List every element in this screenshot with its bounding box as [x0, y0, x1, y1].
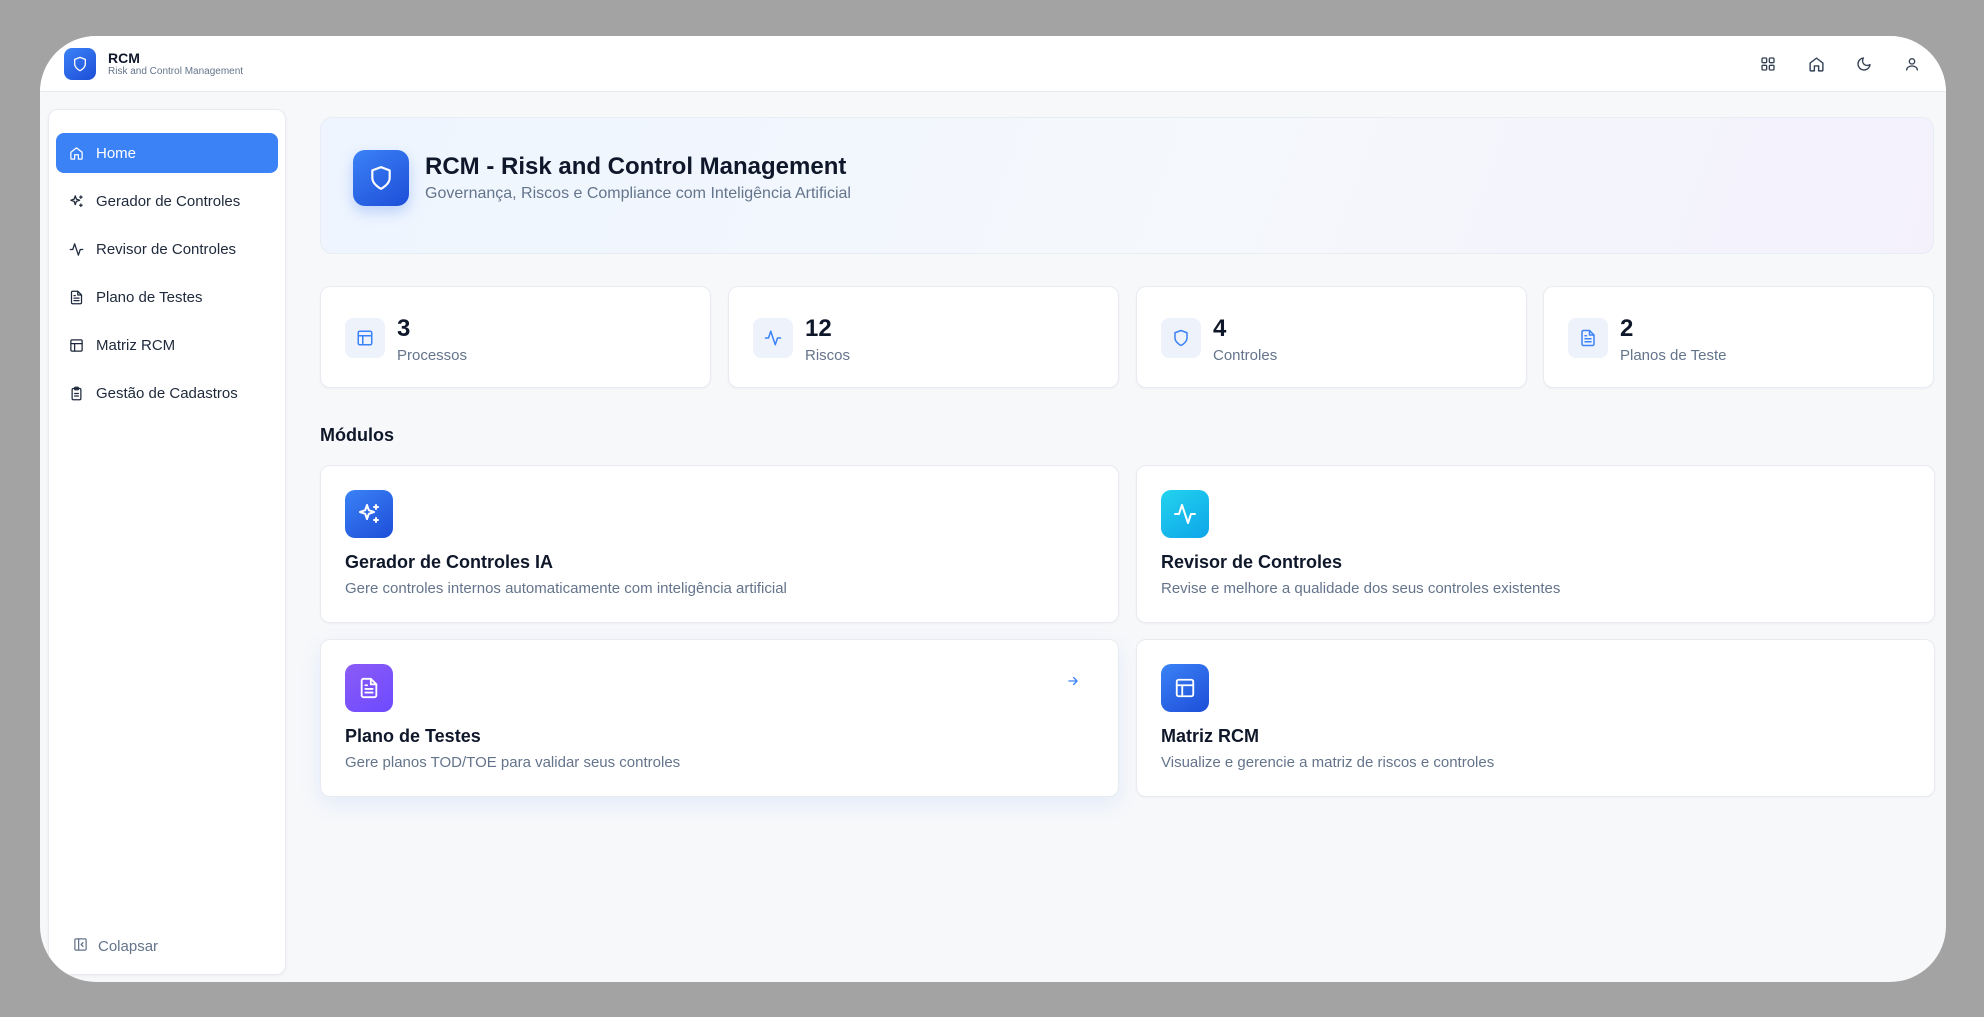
- grid-icon[interactable]: [1754, 50, 1782, 78]
- module-title: Plano de Testes: [345, 726, 481, 746]
- brand[interactable]: RCM Risk and Control Management: [64, 47, 244, 80]
- stat-card-planos: 2 Planos de Teste: [1543, 286, 1934, 388]
- activity-icon: [753, 318, 793, 358]
- top-actions: [1754, 50, 1926, 78]
- collapse-label: Colapsar: [98, 938, 159, 955]
- sidebar-item-label: Plano de Testes: [96, 288, 203, 306]
- hero-banner: RCM - Risk and Control Management Govern…: [320, 117, 1934, 254]
- home-icon[interactable]: [1802, 50, 1830, 78]
- shield-icon: [64, 47, 96, 80]
- sidebar-item-gerador[interactable]: Gerador de Controles: [56, 181, 278, 221]
- module-title: Matriz RCM: [1161, 726, 1259, 746]
- sidebar-item-label: Gestão de Cadastros: [96, 384, 238, 402]
- home-icon: [68, 145, 84, 161]
- sidebar-item-cadastros[interactable]: Gestão de Cadastros: [56, 373, 278, 413]
- table-icon: [345, 318, 385, 358]
- stat-value: 4: [1213, 315, 1227, 342]
- clipboard-icon: [68, 385, 84, 401]
- app-title: RCM: [108, 49, 140, 66]
- table-icon: [68, 337, 84, 353]
- sidebar-item-matriz[interactable]: Matriz RCM: [56, 325, 278, 365]
- table-icon: [1161, 664, 1209, 712]
- user-icon[interactable]: [1898, 50, 1926, 78]
- stat-label: Riscos: [805, 347, 851, 364]
- stat-label: Processos: [397, 347, 468, 364]
- sidebar-item-label: Matriz RCM: [96, 336, 176, 354]
- stat-card-controles: 4 Controles: [1136, 286, 1527, 388]
- page-subtitle: Governança, Riscos e Compliance com Inte…: [425, 185, 851, 202]
- arrow-right-icon[interactable]: [1066, 674, 1082, 690]
- stat-value: 3: [397, 315, 411, 342]
- sparkles-icon: [345, 490, 393, 538]
- sidebar: Home Gerador de Controles Revisor de Con…: [48, 109, 286, 975]
- stat-card-riscos: 12 Riscos: [728, 286, 1119, 388]
- moon-icon[interactable]: [1850, 50, 1878, 78]
- sidebar-item-label: Home: [96, 144, 137, 162]
- sidebar-item-label: Revisor de Controles: [96, 240, 237, 258]
- module-title: Revisor de Controles: [1161, 552, 1343, 572]
- stat-label: Planos de Teste: [1620, 347, 1727, 364]
- file-text-icon: [345, 664, 393, 712]
- stats-row: 3 Processos 12 Riscos 4 Controles 2 Plan…: [320, 286, 1934, 388]
- module-description: Visualize e gerencie a matriz de riscos …: [1161, 754, 1495, 771]
- app-window: RCM Risk and Control Management Home Ger…: [40, 36, 1946, 982]
- module-card-plano[interactable]: Plano de Testes Gere planos TOD/TOE para…: [320, 639, 1119, 797]
- shield-icon: [353, 150, 409, 206]
- file-text-icon: [68, 289, 84, 305]
- module-card-gerador[interactable]: Gerador de Controles IA Gere controles i…: [320, 465, 1119, 623]
- panel-left-icon: [73, 937, 88, 956]
- file-text-icon: [1568, 318, 1608, 358]
- module-card-revisor[interactable]: Revisor de Controles Revise e melhore a …: [1136, 465, 1935, 623]
- module-card-matriz[interactable]: Matriz RCM Visualize e gerencie a matriz…: [1136, 639, 1935, 797]
- app-subtitle: Risk and Control Management: [108, 65, 244, 77]
- stat-value: 12: [805, 315, 832, 342]
- sidebar-item-plano[interactable]: Plano de Testes: [56, 277, 278, 317]
- module-description: Revise e melhore a qualidade dos seus co…: [1161, 580, 1561, 597]
- stat-value: 2: [1620, 315, 1634, 342]
- modules-heading: Módulos: [320, 425, 394, 445]
- sparkles-icon: [68, 193, 84, 209]
- sidebar-item-home[interactable]: Home: [56, 133, 278, 173]
- page-title: RCM - Risk and Control Management: [425, 153, 847, 180]
- sidebar-item-revisor[interactable]: Revisor de Controles: [56, 229, 278, 269]
- shield-icon: [1161, 318, 1201, 358]
- activity-icon: [1161, 490, 1209, 538]
- stat-card-processos: 3 Processos: [320, 286, 711, 388]
- module-title: Gerador de Controles IA: [345, 552, 554, 572]
- collapse-button[interactable]: Colapsar: [73, 937, 158, 956]
- sidebar-nav: Home Gerador de Controles Revisor de Con…: [56, 133, 278, 421]
- sidebar-item-label: Gerador de Controles: [96, 192, 241, 210]
- module-description: Gere controles internos automaticamente …: [345, 580, 787, 597]
- activity-icon: [68, 241, 84, 257]
- stat-label: Controles: [1213, 347, 1278, 364]
- top-bar: RCM Risk and Control Management: [40, 36, 1946, 92]
- module-description: Gere planos TOD/TOE para validar seus co…: [345, 754, 681, 771]
